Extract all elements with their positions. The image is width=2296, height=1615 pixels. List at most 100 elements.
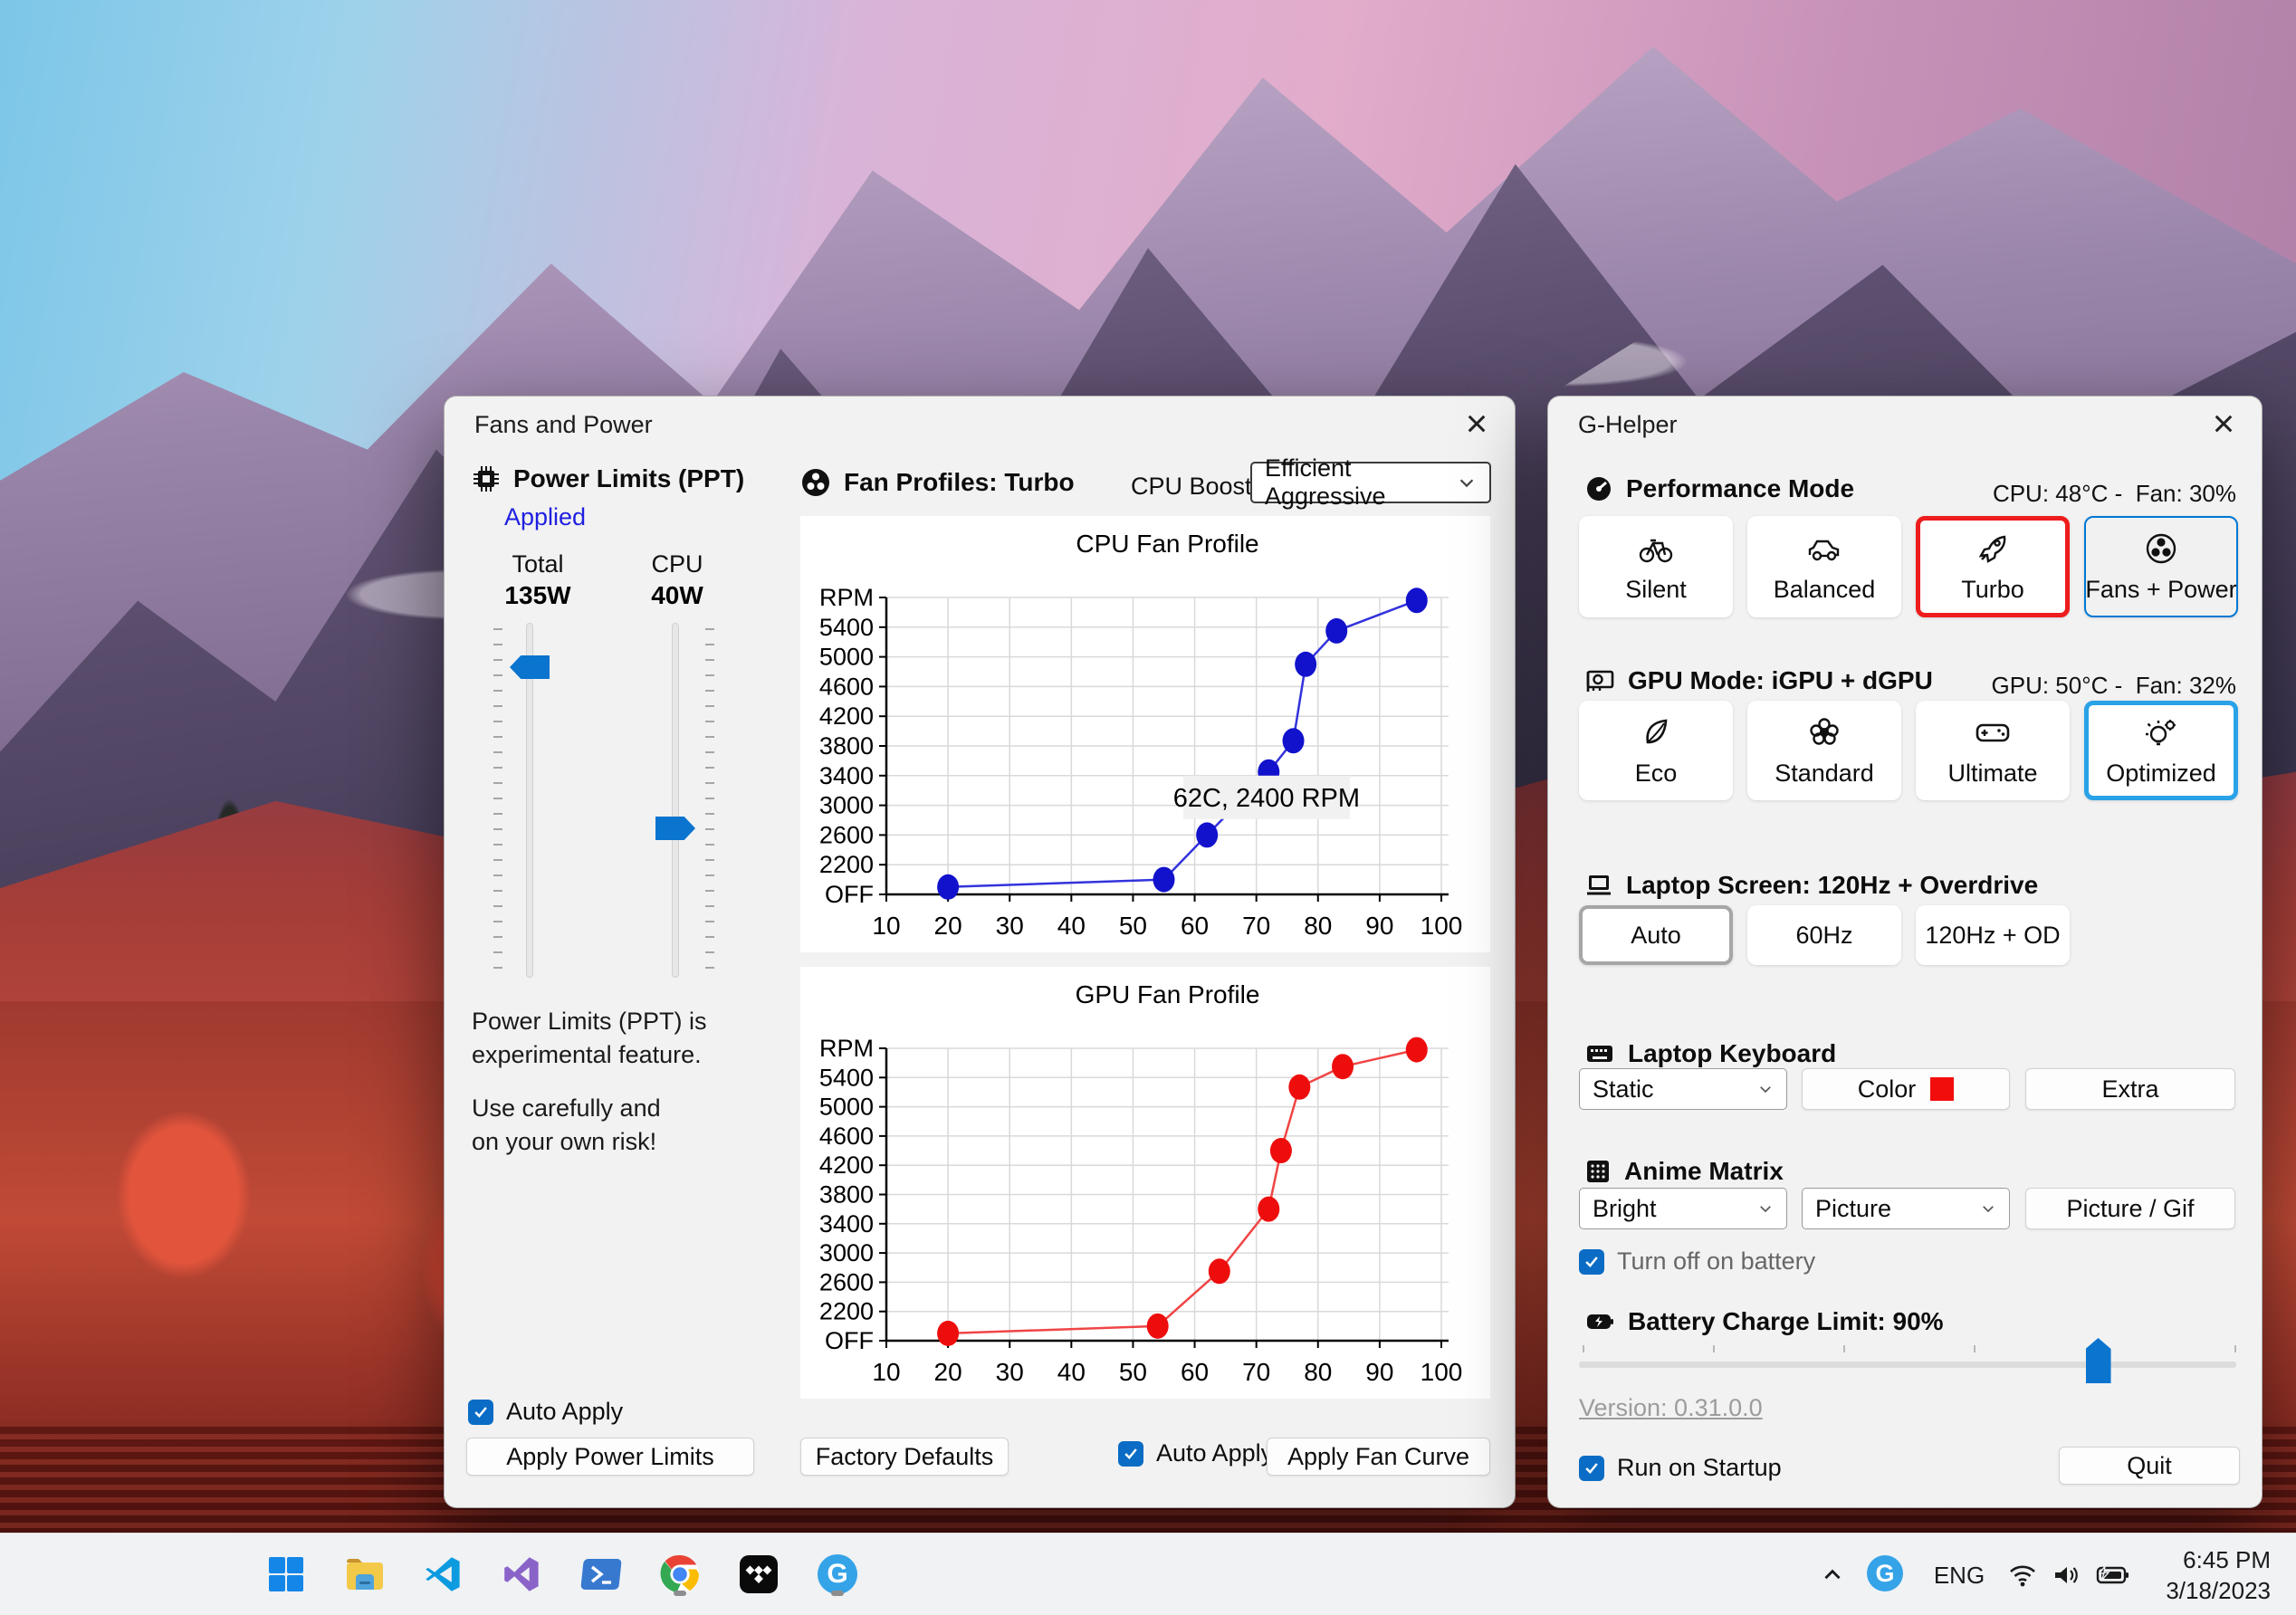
battery-limit-title: Battery Charge Limit: 90% bbox=[1628, 1307, 1944, 1335]
apply-fan-curve-button[interactable]: Apply Fan Curve bbox=[1267, 1438, 1490, 1476]
battery-bolt-icon bbox=[1587, 1314, 1613, 1329]
performance-mode-title: Performance Mode bbox=[1626, 474, 1855, 502]
svg-text:CPU Fan Profile: CPU Fan Profile bbox=[1076, 530, 1258, 558]
tray-g-helper-icon[interactable]: G bbox=[1867, 1555, 1903, 1591]
battery-charge-slider[interactable] bbox=[1579, 1362, 2236, 1368]
cpu-temp-fan-status: CPU: 48°C - Fan: 30% bbox=[1992, 480, 2236, 507]
ultimate-gpu-button[interactable]: Ultimate bbox=[1916, 701, 2070, 800]
turn-off-on-battery-checkbox[interactable] bbox=[1579, 1248, 1604, 1275]
turn-off-on-battery-label: Turn off on battery bbox=[1617, 1247, 1816, 1275]
svg-text:3000: 3000 bbox=[819, 792, 874, 819]
cpu-boost-select[interactable]: Efficient Aggressive bbox=[1250, 454, 1491, 510]
powershell-button[interactable] bbox=[575, 1548, 627, 1601]
svg-text:3400: 3400 bbox=[819, 762, 874, 789]
taskbar-clock[interactable]: 6:45 PM 3/18/2023 bbox=[2166, 1544, 2271, 1606]
apply-power-limits-button[interactable]: Apply Power Limits bbox=[466, 1438, 754, 1476]
ghelper-title: G-Helper bbox=[1578, 411, 1678, 438]
checkmark-icon bbox=[1585, 1462, 1598, 1474]
fan-profiles-title: Fan Profiles: Turbo bbox=[844, 468, 1075, 496]
gpu-mode-title: GPU Mode: iGPU + dGPU bbox=[1628, 666, 1933, 694]
laptop-screen-header: Laptop Screen: 120Hz + Overdrive bbox=[1584, 871, 2038, 900]
vscode-icon bbox=[426, 1557, 460, 1591]
svg-text:50: 50 bbox=[1119, 1358, 1147, 1386]
optimized-gpu-button[interactable]: Optimized bbox=[2084, 701, 2238, 800]
svg-text:70: 70 bbox=[1242, 912, 1270, 940]
svg-text:20: 20 bbox=[934, 912, 962, 940]
factory-defaults-button[interactable]: Factory Defaults bbox=[800, 1438, 1009, 1476]
g-helper-taskbar-button[interactable]: G bbox=[811, 1548, 864, 1601]
chrome-running-indicator bbox=[674, 1591, 686, 1596]
svg-text:3800: 3800 bbox=[819, 1181, 874, 1209]
car-icon bbox=[1808, 540, 1840, 560]
fan-icon bbox=[802, 469, 829, 496]
eco-gpu-button[interactable]: Eco bbox=[1579, 701, 1733, 800]
version-link[interactable]: Version: 0.31.0.0 bbox=[1579, 1394, 1763, 1422]
volume-icon[interactable] bbox=[2044, 1557, 2088, 1593]
g-helper-running-indicator bbox=[831, 1591, 844, 1596]
screen-60hz-button[interactable]: 60Hz bbox=[1747, 905, 1901, 965]
svg-text:2200: 2200 bbox=[819, 1298, 874, 1325]
file-explorer-button[interactable] bbox=[339, 1548, 391, 1601]
quit-button[interactable]: Quit bbox=[2059, 1447, 2240, 1485]
visual-studio-button[interactable] bbox=[496, 1548, 549, 1601]
run-on-startup-checkbox[interactable] bbox=[1579, 1455, 1604, 1481]
laptop-screen-title: Laptop Screen: 120Hz + Overdrive bbox=[1626, 871, 2039, 899]
vscode-button[interactable] bbox=[417, 1548, 470, 1601]
gpu-fan-curve-chart[interactable]: OFF2200 2600300034003800420046005000 5400R… bbox=[800, 967, 1490, 1399]
fans-and-power-window: Fans and Power × Power Limits (PPT) Appl… bbox=[444, 396, 1516, 1508]
tidal-button[interactable] bbox=[732, 1548, 785, 1601]
ghelper-titlebar[interactable]: G-Helper × bbox=[1548, 397, 2262, 451]
anime-matrix-header: Anime Matrix bbox=[1584, 1157, 1784, 1186]
balanced-mode-button[interactable]: Balanced bbox=[1747, 516, 1901, 617]
gpu-fan-chart-panel: OFF 2200 2600 3000 3400 3800 4200 4600 5000 5400 R… bbox=[800, 967, 1490, 1399]
svg-text:2600: 2600 bbox=[819, 821, 874, 848]
svg-text:40: 40 bbox=[1057, 1358, 1086, 1386]
svg-text:70: 70 bbox=[1242, 1358, 1270, 1386]
fans-window-titlebar[interactable]: Fans and Power × bbox=[445, 397, 1515, 451]
fan-profiles-header: Fan Profiles: Turbo bbox=[800, 467, 1075, 498]
tray-language-button[interactable]: ENG bbox=[1930, 1559, 1988, 1591]
turbo-mode-button[interactable]: Turbo bbox=[1916, 516, 2070, 617]
chevron-down-icon bbox=[1983, 1206, 1994, 1213]
standard-gpu-button[interactable]: Standard bbox=[1747, 701, 1901, 800]
cpu-power-slider-thumb[interactable] bbox=[655, 817, 695, 840]
svg-text:3400: 3400 bbox=[819, 1210, 874, 1238]
svg-text:5000: 5000 bbox=[819, 1094, 874, 1121]
cpu-watts-value: 40W bbox=[651, 581, 703, 609]
screen-120hz-od-button[interactable]: 120Hz + OD bbox=[1916, 905, 2070, 965]
svg-text:40: 40 bbox=[1057, 912, 1086, 940]
fans-power-button[interactable]: Fans + Power bbox=[2084, 516, 2238, 617]
keyboard-color-button[interactable]: Color bbox=[1802, 1068, 2010, 1110]
chrome-icon bbox=[660, 1554, 699, 1593]
keyboard-mode-select[interactable]: Static bbox=[1579, 1068, 1787, 1110]
ghelper-close-icon[interactable]: × bbox=[2200, 404, 2247, 445]
total-watts-label: Total bbox=[512, 550, 564, 578]
cpu-fan-curve-chart[interactable]: OFF 2200 26003000 34003800420046005000 5400 R… bbox=[800, 516, 1490, 952]
keyboard-color-swatch bbox=[1930, 1077, 1955, 1101]
power-auto-apply-checkbox[interactable] bbox=[468, 1399, 493, 1425]
svg-text:4200: 4200 bbox=[819, 1152, 874, 1179]
tray-chevron-up-icon[interactable] bbox=[1813, 1557, 1852, 1593]
matrix-mode-select[interactable]: Picture bbox=[1802, 1188, 2010, 1229]
matrix-brightness-select[interactable]: Bright bbox=[1579, 1188, 1787, 1229]
gpu-mode-header: GPU Mode: iGPU + dGPU bbox=[1584, 666, 1933, 695]
wifi-icon[interactable] bbox=[2003, 1557, 2042, 1593]
gamepad-icon bbox=[1976, 723, 2010, 741]
fans-window-close-icon[interactable]: × bbox=[1453, 404, 1500, 445]
silent-mode-button[interactable]: Silent bbox=[1579, 516, 1733, 617]
chrome-button[interactable] bbox=[654, 1548, 706, 1601]
cpu-power-slider[interactable] bbox=[672, 623, 679, 978]
fan-auto-apply-checkbox[interactable] bbox=[1118, 1440, 1143, 1467]
svg-text:4200: 4200 bbox=[819, 702, 874, 730]
svg-text:30: 30 bbox=[996, 1358, 1024, 1386]
svg-text:50: 50 bbox=[1119, 912, 1147, 940]
start-button[interactable] bbox=[260, 1548, 312, 1601]
total-power-slider-thumb[interactable] bbox=[510, 655, 550, 679]
svg-text:10: 10 bbox=[872, 912, 900, 940]
chevron-down-icon bbox=[1459, 479, 1474, 488]
screen-auto-button[interactable]: Auto bbox=[1579, 905, 1733, 965]
battery-charging-icon[interactable] bbox=[2090, 1557, 2137, 1593]
keyboard-extra-button[interactable]: Extra bbox=[2025, 1068, 2235, 1110]
matrix-picture-gif-button[interactable]: Picture / Gif bbox=[2025, 1188, 2235, 1229]
desktop: Fans and Power × Power Limits (PPT) Appl… bbox=[0, 0, 2296, 1615]
